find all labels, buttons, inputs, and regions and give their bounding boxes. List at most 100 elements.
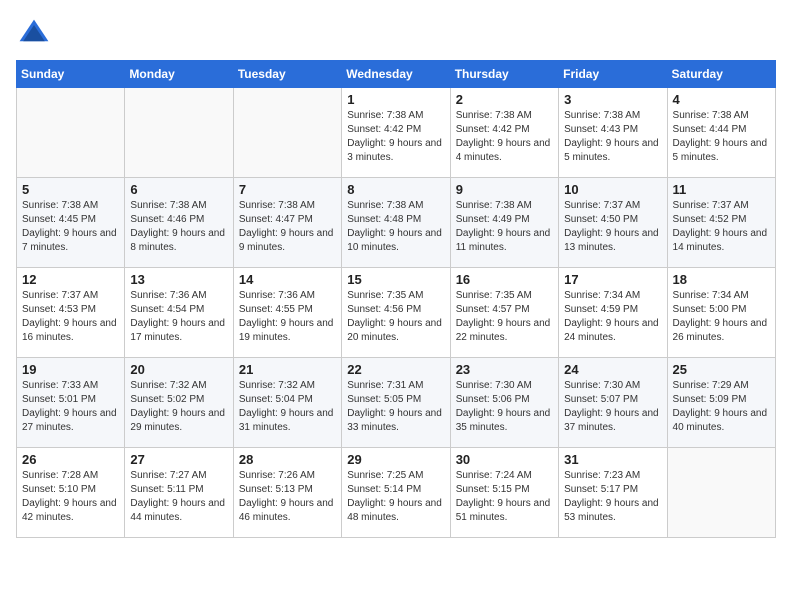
day-info: Sunrise: 7:27 AM Sunset: 5:11 PM Dayligh…	[130, 469, 227, 525]
calendar-cell: 3Sunrise: 7:38 AM Sunset: 4:43 PM Daylig…	[559, 88, 667, 178]
day-info: Sunrise: 7:23 AM Sunset: 5:17 PM Dayligh…	[564, 469, 661, 525]
day-info: Sunrise: 7:37 AM Sunset: 4:53 PM Dayligh…	[22, 289, 119, 345]
day-info: Sunrise: 7:32 AM Sunset: 5:02 PM Dayligh…	[130, 379, 227, 435]
calendar-cell: 31 Sunrise: 7:23 AM Sunset: 5:17 PM Dayli…	[559, 448, 667, 538]
calendar-cell: 30 Sunrise: 7:24 AM Sunset: 5:15 PM Dayli…	[450, 448, 558, 538]
calendar-cell: 8 Sunrise: 7:38 AM Sunset: 4:48 PM Daylig…	[342, 178, 450, 268]
day-info: Sunrise: 7:35 AM Sunset: 4:57 PM Dayligh…	[456, 289, 553, 345]
day-info: Sunrise: 7:24 AM Sunset: 5:15 PM Dayligh…	[456, 469, 553, 525]
day-info: Sunrise: 7:26 AM Sunset: 5:13 PM Dayligh…	[239, 469, 336, 525]
day-info: Sunrise: 7:30 AM Sunset: 5:07 PM Dayligh…	[564, 379, 661, 435]
day-number: 11	[673, 182, 770, 197]
day-number: 5	[22, 182, 119, 197]
weekday-header: Wednesday	[342, 61, 450, 88]
calendar-cell: 29 Sunrise: 7:25 AM Sunset: 5:14 PM Dayli…	[342, 448, 450, 538]
day-number: 27	[130, 452, 227, 467]
day-number: 16	[456, 272, 553, 287]
weekday-header: Friday	[559, 61, 667, 88]
day-number: 4	[673, 92, 770, 107]
calendar-cell: 12 Sunrise: 7:37 AM Sunset: 4:53 PM Dayli…	[17, 268, 125, 358]
day-number: 19	[22, 362, 119, 377]
calendar-cell	[125, 88, 233, 178]
calendar-cell: 28 Sunrise: 7:26 AM Sunset: 5:13 PM Dayli…	[233, 448, 341, 538]
calendar-cell	[667, 448, 775, 538]
day-info: Sunrise: 7:34 AM Sunset: 5:00 PM Dayligh…	[673, 289, 770, 345]
day-number: 12	[22, 272, 119, 287]
calendar-week-row: 5 Sunrise: 7:38 AM Sunset: 4:45 PM Daylig…	[17, 178, 776, 268]
logo-icon	[16, 16, 52, 52]
calendar-cell: 27 Sunrise: 7:27 AM Sunset: 5:11 PM Dayli…	[125, 448, 233, 538]
day-info: Sunrise: 7:31 AM Sunset: 5:05 PM Dayligh…	[347, 379, 444, 435]
day-number: 1	[347, 92, 444, 107]
day-number: 28	[239, 452, 336, 467]
day-info: Sunrise: 7:38 AM Sunset: 4:49 PM Dayligh…	[456, 199, 553, 255]
day-number: 25	[673, 362, 770, 377]
calendar-cell: 11 Sunrise: 7:37 AM Sunset: 4:52 PM Dayli…	[667, 178, 775, 268]
calendar-cell	[17, 88, 125, 178]
day-number: 8	[347, 182, 444, 197]
calendar-cell	[233, 88, 341, 178]
calendar-cell: 21 Sunrise: 7:32 AM Sunset: 5:04 PM Dayli…	[233, 358, 341, 448]
calendar-cell: 1Sunrise: 7:38 AM Sunset: 4:42 PM Daylig…	[342, 88, 450, 178]
day-info: Sunrise: 7:37 AM Sunset: 4:52 PM Dayligh…	[673, 199, 770, 255]
weekday-header-row: SundayMondayTuesdayWednesdayThursdayFrid…	[17, 61, 776, 88]
day-number: 2	[456, 92, 553, 107]
weekday-header: Sunday	[17, 61, 125, 88]
weekday-header: Thursday	[450, 61, 558, 88]
calendar-table: SundayMondayTuesdayWednesdayThursdayFrid…	[16, 60, 776, 538]
day-info: Sunrise: 7:38 AM Sunset: 4:47 PM Dayligh…	[239, 199, 336, 255]
day-info: Sunrise: 7:25 AM Sunset: 5:14 PM Dayligh…	[347, 469, 444, 525]
day-info: Sunrise: 7:38 AM Sunset: 4:43 PM Dayligh…	[564, 109, 661, 165]
day-info: Sunrise: 7:37 AM Sunset: 4:50 PM Dayligh…	[564, 199, 661, 255]
calendar-cell: 13 Sunrise: 7:36 AM Sunset: 4:54 PM Dayli…	[125, 268, 233, 358]
calendar-cell: 22 Sunrise: 7:31 AM Sunset: 5:05 PM Dayli…	[342, 358, 450, 448]
calendar-cell: 25Sunrise: 7:29 AM Sunset: 5:09 PM Dayli…	[667, 358, 775, 448]
day-info: Sunrise: 7:28 AM Sunset: 5:10 PM Dayligh…	[22, 469, 119, 525]
day-number: 13	[130, 272, 227, 287]
calendar-cell: 20 Sunrise: 7:32 AM Sunset: 5:02 PM Dayli…	[125, 358, 233, 448]
calendar-week-row: 12 Sunrise: 7:37 AM Sunset: 4:53 PM Dayli…	[17, 268, 776, 358]
day-info: Sunrise: 7:34 AM Sunset: 4:59 PM Dayligh…	[564, 289, 661, 345]
calendar-cell: 26 Sunrise: 7:28 AM Sunset: 5:10 PM Dayli…	[17, 448, 125, 538]
day-info: Sunrise: 7:36 AM Sunset: 4:55 PM Dayligh…	[239, 289, 336, 345]
calendar-cell: 6 Sunrise: 7:38 AM Sunset: 4:46 PM Daylig…	[125, 178, 233, 268]
calendar-cell: 4 Sunrise: 7:38 AM Sunset: 4:44 PM Daylig…	[667, 88, 775, 178]
day-info: Sunrise: 7:35 AM Sunset: 4:56 PM Dayligh…	[347, 289, 444, 345]
day-info: Sunrise: 7:38 AM Sunset: 4:42 PM Dayligh…	[456, 109, 553, 165]
calendar-cell: 16 Sunrise: 7:35 AM Sunset: 4:57 PM Dayli…	[450, 268, 558, 358]
day-number: 29	[347, 452, 444, 467]
day-number: 22	[347, 362, 444, 377]
day-number: 20	[130, 362, 227, 377]
day-info: Sunrise: 7:38 AM Sunset: 4:45 PM Dayligh…	[22, 199, 119, 255]
weekday-header: Tuesday	[233, 61, 341, 88]
day-info: Sunrise: 7:32 AM Sunset: 5:04 PM Dayligh…	[239, 379, 336, 435]
calendar-week-row: 19Sunrise: 7:33 AM Sunset: 5:01 PM Dayli…	[17, 358, 776, 448]
calendar-cell: 10Sunrise: 7:37 AM Sunset: 4:50 PM Dayli…	[559, 178, 667, 268]
weekday-header: Monday	[125, 61, 233, 88]
calendar-cell: 18 Sunrise: 7:34 AM Sunset: 5:00 PM Dayli…	[667, 268, 775, 358]
calendar-cell: 15 Sunrise: 7:35 AM Sunset: 4:56 PM Dayli…	[342, 268, 450, 358]
calendar-week-row: 1 Sunrise: 7:38 AM Sunset: 4:42 PM Daylig…	[17, 88, 776, 178]
day-number: 18	[673, 272, 770, 287]
day-number: 31	[564, 452, 661, 467]
calendar-cell: 7Sunrise: 7:38 AM Sunset: 4:47 PM Daylig…	[233, 178, 341, 268]
day-number: 30	[456, 452, 553, 467]
day-number: 21	[239, 362, 336, 377]
calendar-cell: 24Sunrise: 7:30 AM Sunset: 5:07 PM Dayli…	[559, 358, 667, 448]
day-number: 6	[130, 182, 227, 197]
day-info: Sunrise: 7:38 AM Sunset: 4:46 PM Dayligh…	[130, 199, 227, 255]
calendar-cell: 23Sunrise: 7:30 AM Sunset: 5:06 PM Dayli…	[450, 358, 558, 448]
day-number: 17	[564, 272, 661, 287]
calendar-cell: 19Sunrise: 7:33 AM Sunset: 5:01 PM Dayli…	[17, 358, 125, 448]
calendar-cell: 5 Sunrise: 7:38 AM Sunset: 4:45 PM Daylig…	[17, 178, 125, 268]
page-header	[16, 16, 776, 52]
day-info: Sunrise: 7:38 AM Sunset: 4:48 PM Dayligh…	[347, 199, 444, 255]
day-info: Sunrise: 7:38 AM Sunset: 4:44 PM Dayligh…	[673, 109, 770, 165]
calendar-cell: 2 Sunrise: 7:38 AM Sunset: 4:42 PM Daylig…	[450, 88, 558, 178]
weekday-header: Saturday	[667, 61, 775, 88]
calendar-cell: 9Sunrise: 7:38 AM Sunset: 4:49 PM Daylig…	[450, 178, 558, 268]
day-number: 26	[22, 452, 119, 467]
calendar-cell: 14Sunrise: 7:36 AM Sunset: 4:55 PM Dayli…	[233, 268, 341, 358]
day-info: Sunrise: 7:36 AM Sunset: 4:54 PM Dayligh…	[130, 289, 227, 345]
day-number: 15	[347, 272, 444, 287]
